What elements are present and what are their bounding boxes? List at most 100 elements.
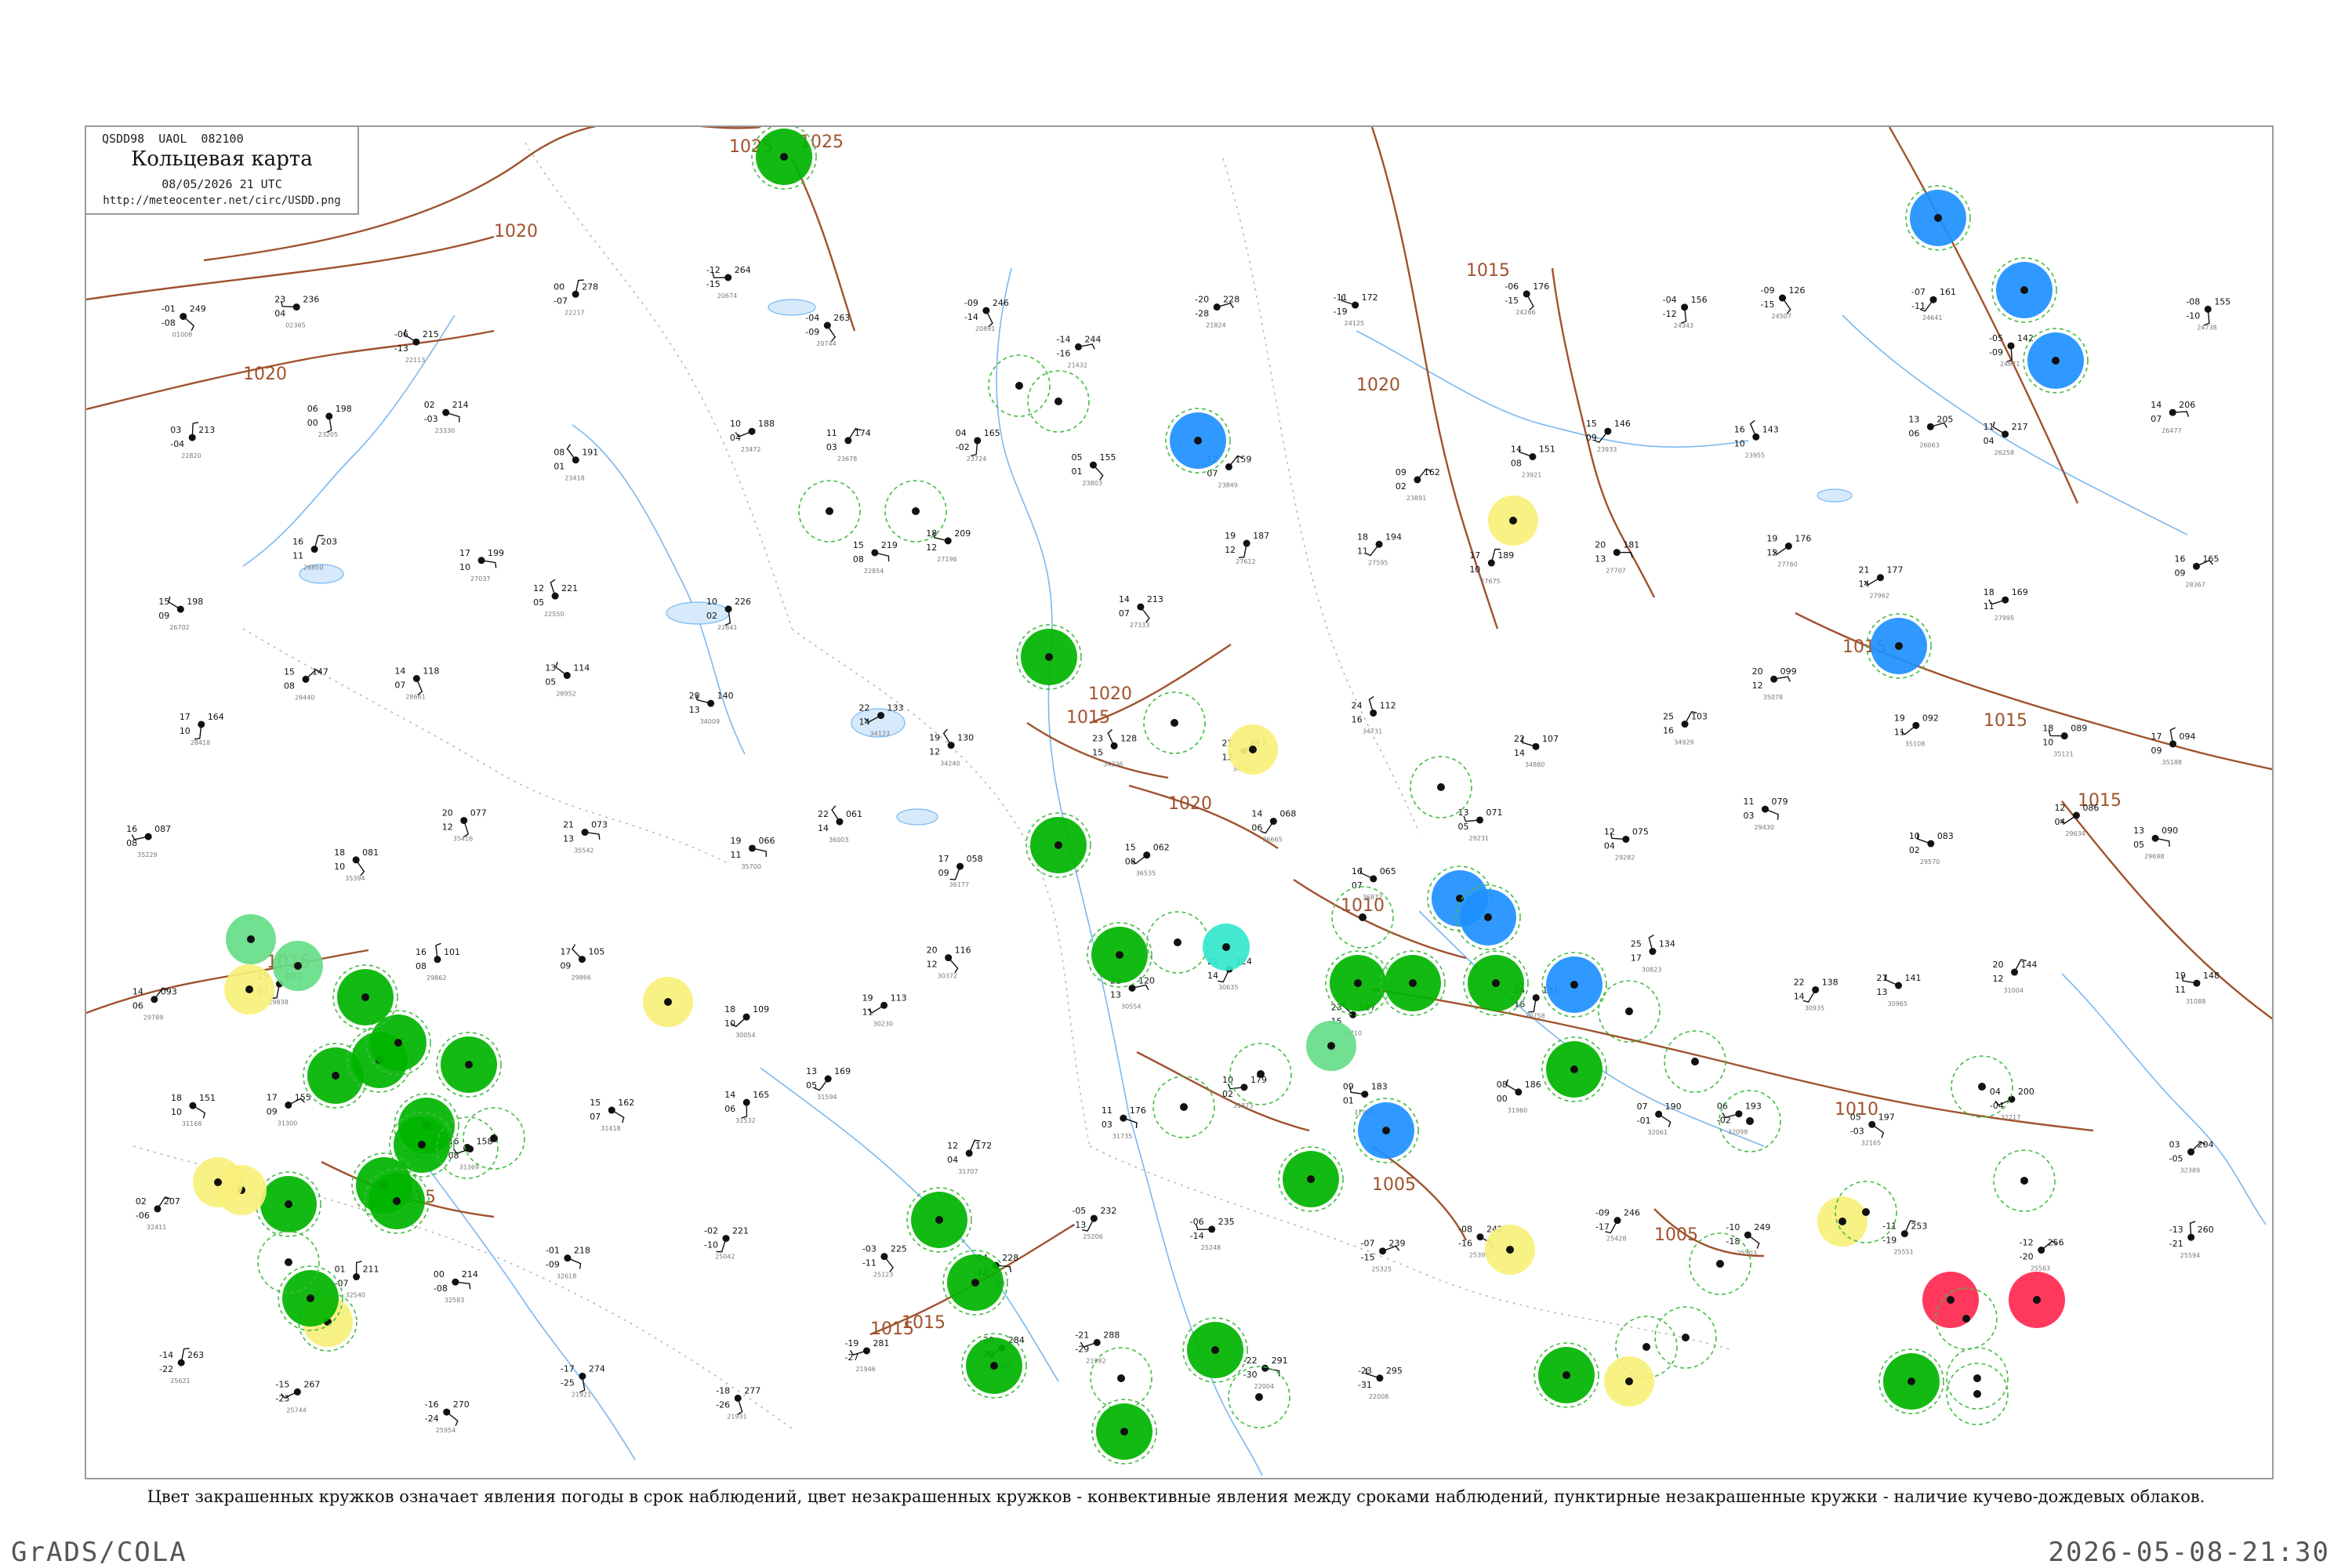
station-pressure: 256 (2048, 1238, 2064, 1248)
station-temperature: 10 (730, 419, 741, 429)
station-index: 21946 (855, 1366, 875, 1373)
station-plot: 11 079 0329430 (1744, 797, 1788, 831)
station-temperature: 01 (335, 1265, 346, 1275)
station-dot (1779, 294, 1787, 302)
wind-barb (572, 944, 583, 960)
station-index: 27707 (1606, 568, 1625, 575)
wind-barb (1526, 293, 1534, 311)
station-dewpoint: -07 (554, 296, 568, 306)
station-index: 21432 (1067, 361, 1087, 368)
station-dewpoint: 02 (1222, 1089, 1233, 1099)
station-pressure: 065 (1380, 866, 1396, 877)
weather-circle-rain-cb (1091, 1399, 1157, 1465)
station-dewpoint: -10 (704, 1240, 718, 1250)
station-plot: 21 073 1335542 (563, 820, 608, 855)
station-dewpoint: 08 (853, 554, 864, 564)
weather-circle-snow (1905, 185, 1971, 251)
station-dot (990, 1362, 998, 1370)
station-dot (214, 1178, 222, 1186)
station-dewpoint: 10 (180, 726, 191, 736)
station-temperature: 19 (1766, 534, 1777, 544)
station-pressure: 291 (1272, 1356, 1288, 1366)
station-dewpoint: 10 (2042, 738, 2053, 748)
station-dewpoint: 10 (334, 862, 345, 872)
station-index: 31300 (278, 1120, 297, 1127)
station-dot (1762, 805, 1769, 813)
station-temperature: 15 (590, 1098, 601, 1108)
station-temperature: 14 (2151, 400, 2161, 410)
station-temperature: 16 (126, 824, 137, 834)
station-temperature: 00 (554, 281, 564, 292)
station-temperature: -20 (1195, 295, 1209, 305)
station-temperature: 18 (724, 1004, 735, 1014)
station-dot (1249, 746, 1257, 753)
station-index: 24507 (1772, 313, 1791, 320)
station-pressure: 073 (591, 820, 608, 830)
station-pressure: 188 (758, 419, 775, 429)
station-index: 25594 (2180, 1252, 2200, 1259)
station-index: 25503 (1737, 1250, 1756, 1257)
station-pressure: 207 (164, 1196, 180, 1207)
station-plot: 04 200 -04 32217 (1990, 1087, 2034, 1121)
station-pressure: 071 (1486, 808, 1503, 818)
station-temperature: -01 (162, 304, 176, 314)
station-plot: 13 169 0531594 (806, 1066, 851, 1101)
station-dewpoint: 04 (1604, 840, 1615, 851)
station-plot: -12 264 -15 20674 (706, 265, 751, 299)
weather-circle-cb-ring (1664, 1030, 1726, 1093)
station-dot (1973, 1390, 1981, 1398)
station-temperature: -18 (716, 1385, 730, 1396)
station-dot (307, 1294, 314, 1302)
station-dewpoint: -16 (1056, 348, 1070, 358)
station-dewpoint: 10 (724, 1018, 735, 1029)
station-temperature: 18 (334, 848, 345, 858)
station-plot: 21 141 1330965 (1877, 973, 1922, 1007)
station-dot (2033, 1296, 2041, 1304)
station-dewpoint: 14 (1858, 579, 1869, 590)
station-plot: -01 249 -08 01008 (162, 304, 206, 339)
station-plot: 24 112 1634731 (1352, 695, 1396, 735)
weather-circle-cb-ring (1598, 980, 1661, 1043)
station-dewpoint: 01 (1071, 466, 1082, 477)
station-dewpoint: -05 (2169, 1153, 2183, 1163)
station-dot (1625, 1377, 1633, 1385)
station-dewpoint: -15 (1761, 299, 1775, 310)
station-pressure: 103 (1691, 712, 1708, 722)
station-pressure: 165 (753, 1090, 769, 1100)
station-index: 30230 (873, 1020, 893, 1027)
station-plot: 20 144 1231004 (1992, 959, 2037, 994)
station-temperature: 22 (1794, 977, 1805, 987)
station-dot (1492, 979, 1500, 987)
station-index: 29634 (2065, 830, 2085, 837)
station-pressure: 092 (1922, 713, 1939, 723)
station-temperature: 10 (706, 597, 717, 607)
station-dewpoint: 11 (1984, 601, 1994, 612)
station-temperature: -09 (964, 298, 978, 308)
wind-barb (1140, 606, 1150, 623)
station-pressure: 140 (717, 691, 734, 701)
station-dewpoint: 04 (947, 1155, 958, 1165)
weather-circle-cb-ring (884, 480, 947, 543)
isobar-label: 1005 (1372, 1175, 1416, 1195)
station-plot: 18 2091227196 (926, 528, 971, 563)
station-index: 29862 (426, 975, 446, 982)
station-index: 36535 (1136, 870, 1156, 877)
station-dewpoint: 09 (2151, 746, 2162, 756)
station-plot: -11 172 -19 24125 (1334, 292, 1378, 327)
station-temperature: 17 (1469, 550, 1480, 561)
station-temperature: 15 (158, 597, 169, 607)
station-index: 23933 (1597, 446, 1617, 453)
station-plot: -07 239 -15 25325 (1361, 1239, 1406, 1273)
station-index: 35188 (2162, 759, 2182, 766)
station-plot: 19 092 1135108 (1894, 713, 1939, 747)
station-pressure: 214 (452, 400, 469, 410)
station-plot: -02 221 -10 25042 (704, 1226, 749, 1261)
station-index: 31735 (1112, 1133, 1132, 1140)
station-temperature: -21 (1075, 1330, 1089, 1340)
station-plot: 19 148 1131088 (2175, 971, 2220, 1005)
station-temperature: 24 (1352, 700, 1363, 710)
station-index: 23921 (1522, 472, 1541, 479)
station-plot: 12 172 0431707 (947, 1139, 992, 1175)
station-plot: 04 165 -02 23724 (956, 428, 1000, 463)
station-index: 36003 (829, 837, 848, 844)
